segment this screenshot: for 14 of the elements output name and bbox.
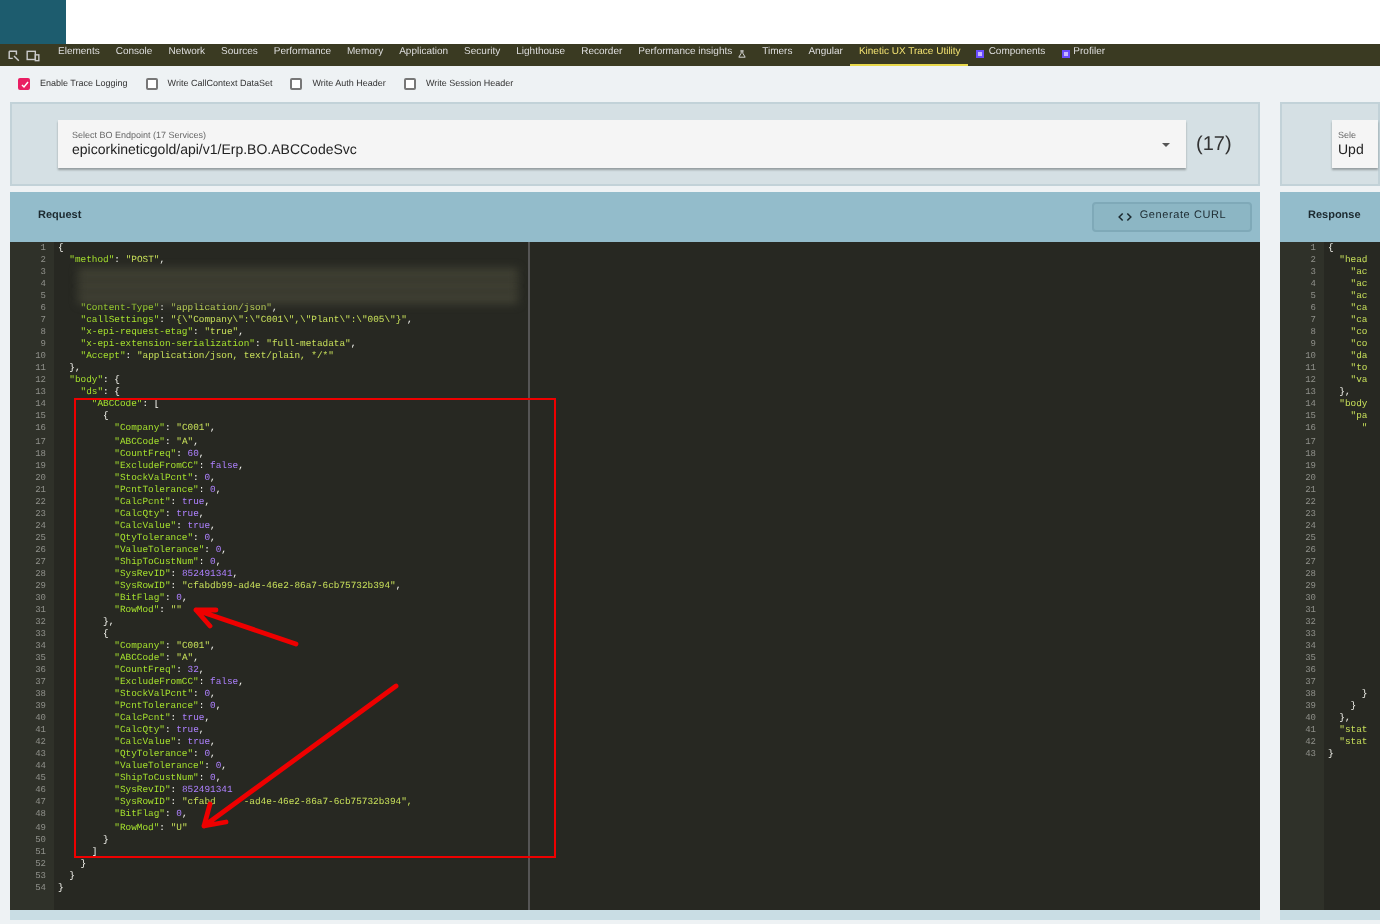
inspect-icon[interactable] (8, 49, 20, 61)
response-editor[interactable] (1280, 242, 1380, 910)
square-icon (1061, 50, 1070, 58)
service-count: (17) (1196, 131, 1232, 159)
app-logo-block (0, 0, 66, 44)
square-icon (976, 50, 985, 58)
checkbox[interactable] (145, 78, 158, 90)
request-editor[interactable] (10, 242, 1260, 910)
checkbox[interactable] (403, 78, 416, 90)
dropdown-caret-icon (1162, 142, 1170, 148)
code-brackets-icon (1117, 212, 1132, 222)
flask-icon (738, 50, 747, 58)
checkbox[interactable] (290, 78, 303, 90)
device-icon[interactable] (26, 49, 40, 61)
